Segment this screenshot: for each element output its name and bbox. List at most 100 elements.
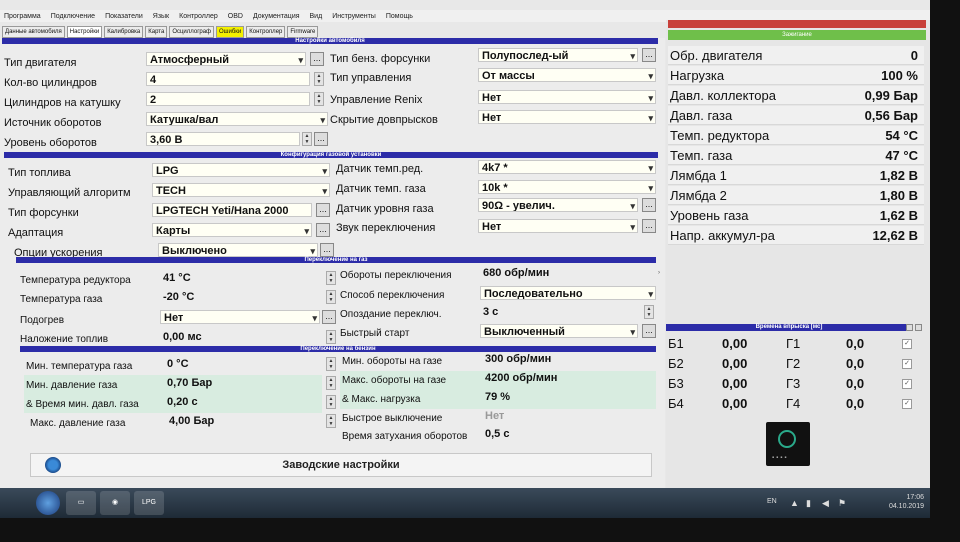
gas-level-sensor-select[interactable]: 90Ω - увелич. [478,198,638,212]
injector-type-more-button[interactable]: ... [316,203,330,217]
injector-type-field[interactable]: LPGTECH Yeti/Hana 2000 [152,203,312,217]
switch-delay-field[interactable]: 3 с [480,305,640,319]
menu-item-indicators[interactable]: Показатели [105,13,143,20]
adaptation-select[interactable]: Карты [152,223,312,237]
tab-calibration[interactable]: Калибровка [104,26,144,38]
clock-time: 17:06 [906,494,924,501]
tray-arrow-icon[interactable]: ▲ [790,498,799,508]
min-pressure-time-field[interactable]: 0,20 с [164,395,320,409]
cylinders-per-coil-field[interactable]: 2 [146,92,310,106]
renix-control-select[interactable]: Нет [478,90,656,104]
adaptation-more-button[interactable]: ... [316,223,330,237]
min-pressure-time-spinner[interactable]: ▲ ▼ [326,395,336,409]
tab-oscilloscope[interactable]: Осциллограф [169,26,214,38]
menu-item-program[interactable]: Программа [4,13,41,20]
rpm-decay-time-field[interactable]: 0,5 с [482,427,582,441]
scroll-arrow-icon[interactable]: › [658,270,664,282]
gas-temp-spinner[interactable]: ▲ ▼ [326,290,336,304]
heating-select[interactable]: Нет [160,310,320,324]
max-rpm-gas-field[interactable]: 4200 обр/мин [482,371,642,385]
rpm-source-select[interactable]: Катушка/вал [146,112,328,126]
fuel-type-select[interactable]: LPG [152,163,330,177]
fuel-overlap-spinner[interactable]: ▲ ▼ [326,330,336,344]
rpm-level-field[interactable]: 3,60 В [146,132,300,146]
reducer-temp-field[interactable]: 41 °C [160,271,320,285]
min-rpm-gas-field[interactable]: 300 обр/мин [482,352,642,366]
tab-car-data[interactable]: Данные автомобиля [2,26,65,38]
reducer-temp-spinner[interactable]: ▲ ▼ [326,271,336,285]
label-switch-delay: Опоздание переключ. [340,309,442,320]
tab-errors[interactable]: Ошибки [216,26,245,38]
injector-enable-checkbox[interactable]: ✓ [902,359,912,369]
gas-level-sensor-more-button[interactable]: ... [642,198,656,212]
injector-enable-checkbox[interactable]: ✓ [902,339,912,349]
menu-item-obd[interactable]: OBD [228,13,243,20]
gas-injector-label: Г3 [786,376,801,391]
cylinder-count-spinner[interactable]: ▲ ▼ [314,72,324,86]
taskbar-explorer-icon[interactable]: ▭ [66,491,96,515]
cylinder-count-field[interactable]: 4 [146,72,310,86]
engine-type-select[interactable]: Атмосферный [146,52,306,66]
injection-panel-restore-button[interactable] [906,324,913,331]
max-gas-pressure-spinner[interactable]: ▲ ▼ [326,414,336,428]
petrol-injector-type-select[interactable]: Полупослед-ый [478,48,638,62]
control-algorithm-select[interactable]: TECH [152,183,330,197]
engine-type-more-button[interactable]: ... [310,52,324,66]
min-gas-temp-field[interactable]: 0 °C [164,357,320,371]
gas-temp-field[interactable]: -20 °C [160,290,320,304]
menu-item-docs[interactable]: Документация [253,13,300,20]
petrol-injection-value: 0,00 [722,396,748,411]
min-gas-temp-spinner[interactable]: ▲ ▼ [326,357,336,371]
rpm-level-spinner[interactable]: ▲ ▼ [302,132,312,146]
extra-injection-hiding-select[interactable]: Нет [478,110,656,124]
max-load-field[interactable]: 79 % [482,390,642,404]
reducer-temp-sensor-select[interactable]: 4k7 * [478,160,656,174]
tray-network-icon[interactable]: ▮ [806,498,811,509]
tray-flag-icon[interactable]: ⚑ [838,498,846,509]
injector-enable-checkbox[interactable]: ✓ [902,399,912,409]
min-gas-pressure-spinner[interactable]: ▲ ▼ [326,376,336,390]
min-gas-pressure-field[interactable]: 0,70 Бар [164,376,320,390]
menu-item-tools[interactable]: Инструменты [332,13,376,20]
readout-reducer-temp: Темп. редуктора 54 °C [668,126,924,145]
menu-item-help[interactable]: Помощь [386,13,413,20]
max-gas-pressure-field[interactable]: 4,00 Бар [166,414,322,428]
start-button-icon[interactable] [36,491,60,515]
petrol-injector-more-button[interactable]: ... [642,48,656,62]
taskbar-chrome-icon[interactable]: ◉ [100,491,130,515]
factory-settings-button[interactable]: Заводские настройки [30,453,652,477]
rpm-level-more-button[interactable]: ... [314,132,328,146]
menu-item-controller[interactable]: Контроллер [179,13,218,20]
injector-enable-checkbox[interactable]: ✓ [902,379,912,389]
tab-settings[interactable]: Настройки [66,26,103,38]
tray-volume-icon[interactable]: ◀ [822,498,829,509]
tab-firmware[interactable]: Firmware [287,26,319,38]
fuel-overlap-field[interactable]: 0,00 мс [160,330,320,344]
heating-more-button[interactable]: ... [322,310,336,324]
menu-item-view[interactable]: Вид [310,13,323,20]
cylinders-per-coil-spinner[interactable]: ▲ ▼ [314,92,324,106]
quick-start-select[interactable]: Выключенный [480,324,638,338]
gas-temp-sensor-select[interactable]: 10k * [478,180,656,194]
quick-start-more-button[interactable]: ... [642,324,656,338]
system-clock[interactable]: 17:06 04.10.2019 [889,493,924,511]
control-type-select[interactable]: От массы [478,68,656,82]
switch-sound-more-button[interactable]: ... [642,219,656,233]
label-cylinders-per-coil: Цилиндров на катушку [4,97,121,109]
switch-delay-spinner[interactable]: ▲ ▼ [644,305,654,319]
label-rpm-decay-time: Время затухания оборотов [342,431,468,442]
tab-map[interactable]: Карта [145,26,168,38]
switch-method-select[interactable]: Последовательно [480,286,656,300]
switch-rpm-field[interactable]: 680 обр/мин [480,266,646,280]
taskbar-lpgtech-app[interactable]: LPG TECH [134,491,164,515]
acceleration-options-more-button[interactable]: ... [320,243,334,257]
acceleration-options-select[interactable]: Выключено [158,243,318,257]
menu-item-language[interactable]: Язык [153,13,169,20]
keyboard-language-indicator[interactable]: EN [767,498,777,505]
quick-shutdown-field[interactable]: Нет [482,409,642,423]
tab-controller[interactable]: Контроллер [246,26,286,38]
switch-sound-select[interactable]: Нет [478,219,638,233]
label-max-rpm-gas: Макс. обороты на газе [342,375,447,386]
menu-item-connect[interactable]: Подключение [51,13,95,20]
injection-panel-close-button[interactable] [915,324,922,331]
